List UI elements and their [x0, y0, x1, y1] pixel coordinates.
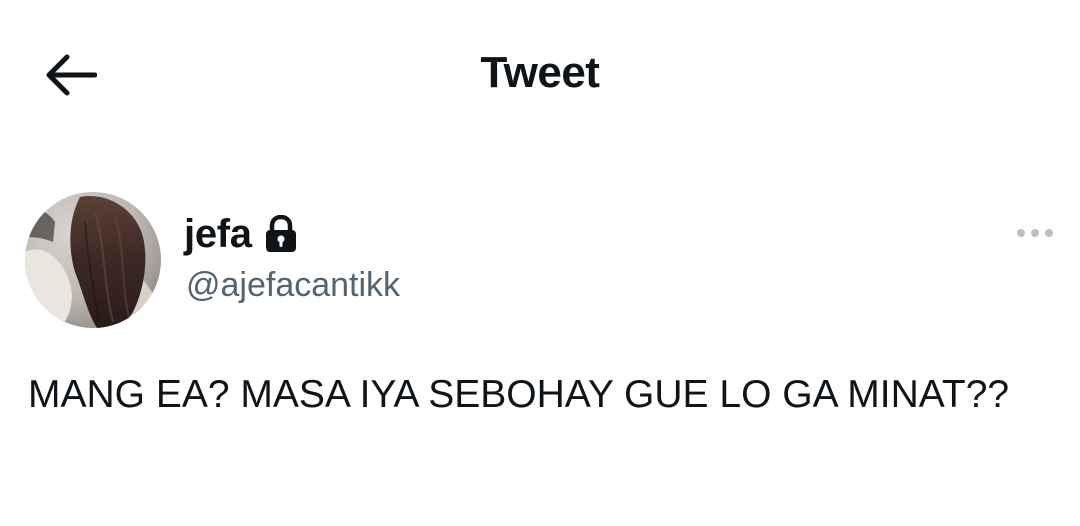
author-name-row: jefa	[184, 210, 298, 258]
author-handle[interactable]: @ajefacantikk	[186, 266, 400, 305]
tweet-text: MANG EA? MASA IYA SEBOHAY GUE LO GA MINA…	[28, 373, 1010, 416]
top-bar: Tweet	[0, 0, 1080, 150]
avatar[interactable]	[25, 192, 161, 328]
author-name[interactable]: jefa	[184, 212, 252, 257]
more-options-button[interactable]	[1010, 218, 1060, 248]
lock-icon	[264, 215, 298, 253]
page-title: Tweet	[480, 48, 600, 97]
avatar-image	[25, 192, 161, 328]
more-horizontal-icon	[1017, 229, 1053, 237]
